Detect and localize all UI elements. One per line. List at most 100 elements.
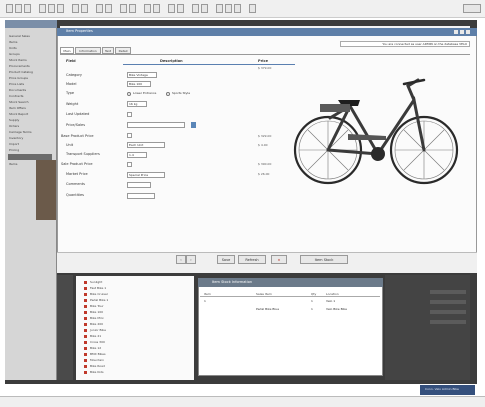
item-stock-button[interactable]: Item Stock bbox=[300, 255, 348, 264]
tree-item[interactable]: Bike 200 bbox=[90, 322, 103, 326]
tree-item[interactable]: Bike Kids bbox=[90, 370, 104, 374]
tree-item[interactable]: Fast Bike 1 bbox=[90, 286, 106, 290]
tree-item[interactable]: Bike 12 bbox=[90, 346, 101, 350]
nav-item[interactable]: Pricing bbox=[9, 148, 49, 152]
file-icon[interactable] bbox=[6, 4, 13, 13]
connection-info: You are connected as user ADMIN on the d… bbox=[340, 41, 470, 47]
maximize-icon[interactable] bbox=[460, 30, 464, 34]
nav-item[interactable]: Groups bbox=[9, 52, 49, 56]
tree-item[interactable]: Bike Road bbox=[90, 364, 105, 368]
tab-text[interactable]: Text bbox=[102, 47, 114, 54]
save-icon[interactable] bbox=[15, 4, 22, 13]
cut-icon[interactable] bbox=[39, 4, 46, 13]
tree-item[interactable]: Bike Mini bbox=[90, 316, 103, 320]
refresh-button[interactable]: Refresh bbox=[238, 255, 266, 264]
chart-icon[interactable] bbox=[234, 4, 241, 13]
weight-field[interactable]: 16 kg bbox=[127, 101, 147, 107]
help-icon[interactable] bbox=[168, 4, 175, 13]
tree-item[interactable]: Bike Tour bbox=[90, 304, 104, 308]
tree-item[interactable]: Junior Bike bbox=[90, 328, 106, 332]
model-field[interactable]: Bike 100 bbox=[127, 81, 151, 87]
tree-item[interactable]: Sunlight bbox=[90, 280, 102, 284]
tree-item[interactable]: Cross 300 bbox=[90, 340, 105, 344]
tree-item[interactable]: Bike Cruiser bbox=[90, 292, 108, 296]
tree-item[interactable]: Mountain bbox=[90, 358, 104, 362]
close-button[interactable]: × bbox=[271, 255, 287, 264]
copy-icon[interactable] bbox=[48, 4, 55, 13]
stock-cell[interactable]: 1 bbox=[204, 299, 206, 303]
nav-item[interactable]: Contracts bbox=[9, 94, 49, 98]
redo-icon[interactable] bbox=[81, 4, 88, 13]
price-value: $ 379.00 bbox=[258, 66, 272, 70]
nav-item[interactable]: Product Catalog bbox=[9, 70, 49, 74]
nav-item[interactable]: Stock Items bbox=[9, 58, 49, 62]
comments-field[interactable] bbox=[127, 182, 151, 188]
nav-item[interactable]: Carriage Terms bbox=[9, 130, 49, 134]
nav-item[interactable]: Documents bbox=[9, 88, 49, 92]
tree-item[interactable]: Pedal Bike 1 bbox=[90, 298, 108, 302]
home-icon[interactable] bbox=[144, 4, 151, 13]
tree-item[interactable]: BMX Bikes bbox=[90, 352, 106, 356]
stock-cell[interactable]: Velo 1 bbox=[326, 299, 335, 303]
next-button[interactable]: › bbox=[186, 255, 196, 264]
nav-item[interactable]: Item Offers bbox=[9, 106, 49, 110]
stock-cell[interactable]: 1 bbox=[311, 299, 313, 303]
type-radio-sports[interactable] bbox=[166, 92, 170, 96]
tree-item-icon bbox=[84, 365, 87, 368]
back-icon[interactable] bbox=[120, 4, 127, 13]
undo-icon[interactable] bbox=[72, 4, 79, 13]
type-radio-lower[interactable] bbox=[127, 92, 131, 96]
price-header: Price bbox=[258, 59, 268, 63]
nav-item[interactable]: Price Lists bbox=[9, 82, 49, 86]
nav-item[interactable]: Inventory bbox=[9, 136, 49, 140]
nav-item[interactable]: General Sales bbox=[9, 34, 49, 38]
transport-field[interactable]: 1.4 bbox=[127, 152, 147, 158]
user-icon[interactable] bbox=[192, 4, 199, 13]
market-price-select[interactable]: Special Price bbox=[127, 172, 165, 178]
unit-select[interactable]: Each Unit bbox=[127, 142, 165, 148]
nav-item[interactable]: Units bbox=[9, 46, 49, 50]
save-button[interactable]: Save bbox=[217, 255, 235, 264]
tab-main[interactable]: Main bbox=[60, 47, 74, 54]
minimize-icon[interactable] bbox=[454, 30, 458, 34]
main-toolbar bbox=[0, 0, 485, 18]
window-controls[interactable] bbox=[463, 4, 481, 13]
prev-button[interactable]: ‹ bbox=[176, 255, 186, 264]
nav-item[interactable]: Stock Report bbox=[9, 112, 49, 116]
right-panel-row bbox=[430, 290, 466, 294]
nav-item[interactable]: Orders bbox=[9, 124, 49, 128]
tools-icon[interactable] bbox=[177, 4, 184, 13]
filter-icon[interactable] bbox=[201, 4, 208, 13]
nav-item[interactable]: Stock Search bbox=[9, 100, 49, 104]
sale-price-checkbox[interactable] bbox=[127, 162, 132, 167]
nav-item[interactable]: Import bbox=[9, 142, 49, 146]
search-icon[interactable] bbox=[96, 4, 103, 13]
tree-item[interactable]: Bike 100 bbox=[90, 310, 103, 314]
nav-item[interactable]: Items bbox=[9, 40, 49, 44]
last-updated-checkbox[interactable] bbox=[127, 112, 132, 117]
print-icon[interactable] bbox=[24, 4, 31, 13]
tree-item[interactable]: Bike 21 bbox=[90, 334, 101, 338]
nav-item[interactable]: Procurements bbox=[9, 64, 49, 68]
tab-detail[interactable]: Detail bbox=[115, 47, 131, 54]
nav-item[interactable]: Supply bbox=[9, 118, 49, 122]
refresh-icon[interactable] bbox=[153, 4, 160, 13]
exit-icon[interactable] bbox=[249, 4, 256, 13]
lookup-icon[interactable] bbox=[191, 122, 196, 128]
base-price-checkbox[interactable] bbox=[127, 133, 132, 138]
mail-icon[interactable] bbox=[216, 4, 223, 13]
report-icon[interactable] bbox=[225, 4, 232, 13]
forward-icon[interactable] bbox=[129, 4, 136, 13]
stock-cell[interactable]: 1 bbox=[311, 307, 313, 311]
tab-information[interactable]: Information bbox=[75, 47, 101, 54]
category-select[interactable]: Bike Vintage bbox=[127, 72, 157, 78]
paste-icon[interactable] bbox=[57, 4, 64, 13]
stock-cell[interactable]: Velo Bike Bike bbox=[326, 307, 347, 311]
field-label: Comments bbox=[66, 182, 85, 186]
stock-cell[interactable]: Pedal Bike Blue bbox=[256, 307, 279, 311]
nav-item[interactable]: Price Groups bbox=[9, 76, 49, 80]
quantities-field[interactable] bbox=[127, 193, 155, 199]
close-icon[interactable] bbox=[466, 30, 470, 34]
settings-icon[interactable] bbox=[105, 4, 112, 13]
price-sales-field[interactable] bbox=[127, 122, 185, 128]
